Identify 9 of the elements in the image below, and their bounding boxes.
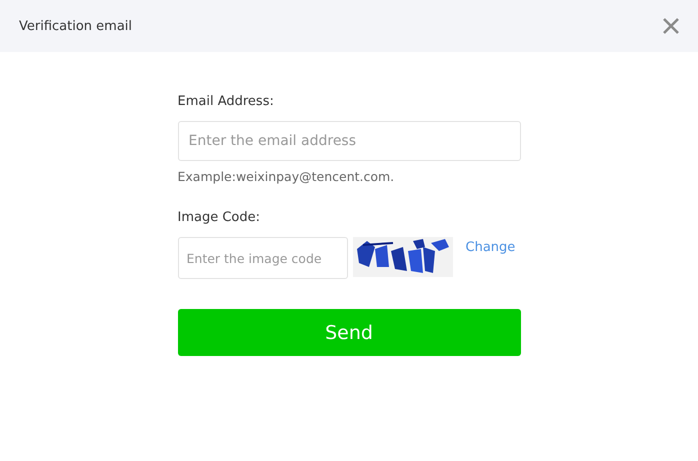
send-button[interactable]: Send (178, 309, 520, 356)
image-code-field[interactable]: Enter the image code (178, 237, 348, 279)
dialog-title: Verification email (19, 18, 132, 34)
email-field[interactable]: Enter the email address (178, 121, 520, 161)
change-link[interactable]: Change (466, 240, 516, 255)
field-label: Email Address: (178, 94, 275, 109)
close-icon[interactable] (662, 17, 680, 35)
field-label: Image Code: (178, 210, 262, 225)
hint-text: Example:weixinpay@tencent.com. (178, 169, 396, 184)
